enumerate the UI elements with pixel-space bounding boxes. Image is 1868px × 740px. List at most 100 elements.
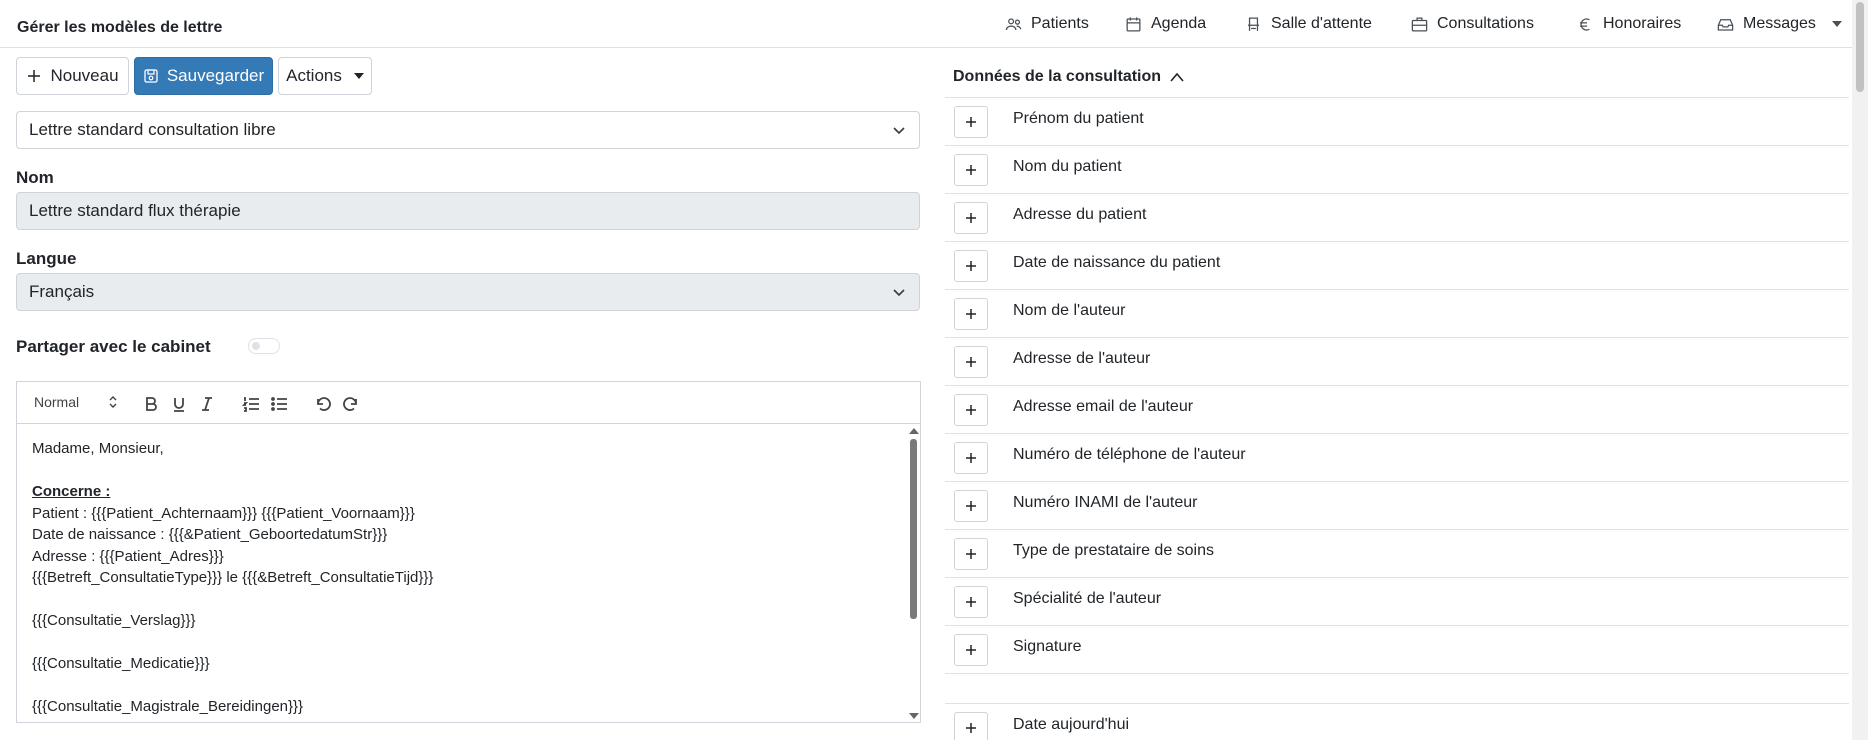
chevron-down-icon [1831, 21, 1842, 27]
field-row: Nom de l'auteur [945, 289, 1849, 337]
plus-icon [966, 501, 976, 511]
nav-waiting-room-label: Salle d'attente [1271, 15, 1372, 32]
field-row: Type de prestataire de soins [945, 529, 1849, 577]
italic-button[interactable] [197, 394, 217, 414]
page-title: Gérer les modèles de lettre [17, 19, 223, 36]
add-field-button[interactable] [954, 298, 988, 330]
save-button[interactable]: Sauvegarder [134, 57, 273, 95]
undo-button[interactable] [313, 394, 333, 414]
scroll-up-icon[interactable] [909, 428, 919, 434]
scroll-down-icon[interactable] [909, 713, 919, 719]
add-field-button[interactable] [954, 634, 988, 666]
template-select[interactable]: Lettre standard consultation libre [16, 111, 920, 149]
page-scrollbar-thumb[interactable] [1856, 2, 1864, 92]
plus-icon [966, 549, 976, 559]
add-field-button[interactable] [954, 346, 988, 378]
add-field-button[interactable] [954, 154, 988, 186]
add-field-button[interactable] [954, 394, 988, 426]
add-field-button[interactable] [954, 250, 988, 282]
editor-line: {{{Consultatie_Magistrale_Bereidingen}}} [32, 698, 304, 715]
floppy-disk-icon [144, 69, 158, 83]
add-field-button[interactable] [954, 442, 988, 474]
save-button-label: Sauvegarder [166, 66, 265, 85]
plus-icon [966, 309, 976, 319]
editor-line: Patient : {{{Patient_Achternaam}}} {{{Pa… [32, 504, 415, 522]
bold-button[interactable] [141, 394, 161, 414]
add-field-button[interactable] [954, 586, 988, 618]
new-button[interactable]: Nouveau [16, 57, 129, 95]
actions-dropdown-label: Actions [286, 66, 342, 85]
add-field-button[interactable] [954, 490, 988, 522]
field-row: Numéro de téléphone de l'auteur [945, 433, 1849, 481]
ordered-list-button[interactable] [241, 394, 261, 414]
nav-messages[interactable]: Messages [1716, 0, 1842, 48]
editor-content[interactable]: Madame, Monsieur, Concerne : Patient : {… [17, 424, 907, 722]
page-scrollbar[interactable] [1852, 0, 1868, 740]
actions-dropdown[interactable]: Actions [278, 57, 372, 95]
field-label: Nom de l'auteur [1013, 302, 1126, 319]
add-field-button[interactable] [954, 538, 988, 570]
nav-messages-label: Messages [1743, 15, 1816, 32]
consultation-data-toggle[interactable]: Données de la consultation [953, 68, 1185, 86]
plus-icon [966, 453, 976, 463]
new-button-label: Nouveau [50, 66, 119, 85]
add-field-button[interactable] [954, 106, 988, 138]
language-select[interactable]: Français [16, 273, 920, 311]
bullet-list-icon [271, 397, 287, 411]
nav-patients[interactable]: Patients [1004, 0, 1089, 48]
add-field-button[interactable] [954, 202, 988, 234]
field-label: Date de naissance du patient [1013, 254, 1221, 271]
plus-icon [966, 117, 976, 127]
field-label: Adresse email de l'auteur [1013, 398, 1194, 415]
top-bar: Gérer les modèles de lettre Patients Age… [0, 0, 1852, 48]
chevron-down-icon [893, 289, 905, 297]
nav-consultations-label: Consultations [1437, 15, 1534, 32]
plus-icon [966, 645, 976, 655]
nav-agenda[interactable]: Agenda [1124, 0, 1206, 48]
name-field[interactable]: Lettre standard flux thérapie [16, 192, 920, 230]
heading-select[interactable]: Normal [34, 394, 79, 410]
editor-line-subject: Concerne : [32, 483, 111, 500]
field-row: Spécialité de l'auteur [945, 577, 1849, 625]
ordered-list-icon [242, 397, 259, 412]
field-label: Signature [1013, 638, 1082, 655]
nav-consultations[interactable]: Consultations [1410, 0, 1534, 48]
share-toggle-knob [252, 342, 260, 350]
editor-line: Adresse : {{{Patient_Adres}}} [32, 547, 224, 565]
plus-icon [966, 597, 976, 607]
users-icon [1005, 17, 1022, 30]
plus-icon [966, 261, 976, 271]
italic-icon [202, 397, 212, 411]
add-field-button[interactable] [954, 712, 988, 740]
editor-line: Date de naissance : {{{&Patient_Geboorte… [32, 526, 388, 543]
underline-button[interactable] [169, 394, 189, 414]
nav-agenda-label: Agenda [1151, 15, 1207, 32]
field-row: Prénom du patient [945, 97, 1849, 145]
bullet-list-button[interactable] [269, 394, 289, 414]
share-toggle[interactable] [248, 338, 280, 354]
share-label: Partager avec le cabinet [16, 337, 211, 356]
inbox-icon [1717, 18, 1734, 31]
nav-fees[interactable]: Honoraires [1576, 0, 1681, 48]
field-label: Spécialité de l'auteur [1013, 590, 1162, 607]
editor-scrollbar-thumb[interactable] [910, 439, 917, 619]
editor-line: Madame, Monsieur, [32, 440, 164, 457]
plus-icon [966, 165, 976, 175]
editor-line: {{{Consultatie_Medicatie}}} [32, 655, 210, 672]
language-label: Langue [16, 249, 77, 268]
field-label: Nom du patient [1013, 158, 1122, 175]
chevron-down-icon [893, 127, 905, 135]
field-row: Adresse du patient [945, 193, 1849, 241]
field-row: Adresse email de l'auteur [945, 385, 1849, 433]
editor-scrollbar[interactable] [907, 424, 920, 722]
euro-icon [1579, 17, 1590, 31]
calendar-icon [1126, 16, 1141, 31]
nav-waiting-room[interactable]: Salle d'attente [1244, 0, 1372, 48]
chair-icon [1247, 17, 1260, 31]
editor-toolbar: Normal [17, 382, 920, 424]
undo-icon [317, 397, 331, 411]
plus-icon [966, 405, 976, 415]
redo-button[interactable] [341, 394, 361, 414]
